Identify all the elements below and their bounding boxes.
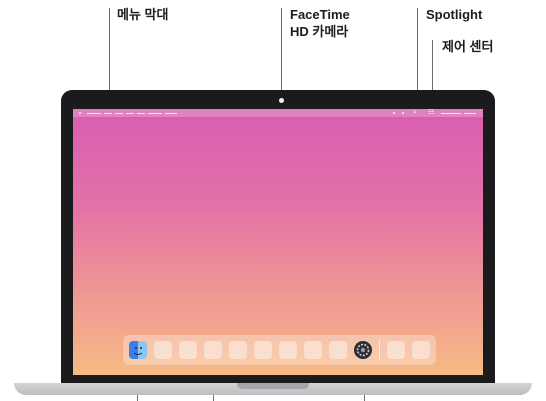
- dock: [123, 335, 436, 365]
- menu-item[interactable]: [104, 113, 112, 114]
- menu-item[interactable]: [115, 113, 123, 114]
- screen: ⌕ ☷: [73, 109, 483, 375]
- gear-icon: [356, 343, 370, 357]
- finder-face-icon: [133, 347, 143, 355]
- dock-app-icon[interactable]: [179, 341, 197, 359]
- search-icon[interactable]: ⌕: [413, 109, 417, 117]
- dock-app-icon[interactable]: [204, 341, 222, 359]
- clock-text: [441, 113, 461, 114]
- menu-item[interactable]: [148, 113, 162, 114]
- laptop-lid-notch: [237, 383, 309, 389]
- dock-app-icon[interactable]: [387, 341, 405, 359]
- control-center-icon[interactable]: ☷: [428, 109, 434, 117]
- facetime-camera-label-line1: FaceTime: [290, 7, 350, 22]
- menu-item[interactable]: [165, 113, 177, 114]
- battery-icon[interactable]: [402, 112, 404, 114]
- menu-bar[interactable]: ⌕ ☷: [73, 109, 483, 117]
- menu-item[interactable]: [137, 113, 145, 114]
- finder-icon[interactable]: [129, 341, 147, 359]
- spotlight-label: Spotlight: [426, 7, 483, 22]
- menu-bar-label: 메뉴 막대: [117, 7, 169, 22]
- facetime-leader-line: [281, 8, 282, 96]
- wifi-icon[interactable]: [393, 112, 395, 114]
- menu-item[interactable]: [87, 113, 101, 114]
- dock-separator: [379, 340, 380, 360]
- dock-app-icon[interactable]: [412, 341, 430, 359]
- menu-item[interactable]: [126, 113, 134, 114]
- control-center-label: 제어 센터: [442, 39, 494, 54]
- facetime-camera: [279, 98, 284, 103]
- dock-app-icon[interactable]: [279, 341, 297, 359]
- menu-extra: [464, 113, 476, 114]
- dock-app-icon[interactable]: [154, 341, 172, 359]
- dock-app-icon[interactable]: [329, 341, 347, 359]
- system-settings-icon[interactable]: [354, 341, 372, 359]
- dock-app-icon[interactable]: [254, 341, 272, 359]
- dock-app-icon[interactable]: [229, 341, 247, 359]
- facetime-camera-label-line2: HD 카메라: [290, 24, 349, 39]
- apple-menu-icon[interactable]: [79, 112, 81, 114]
- dock-app-icon[interactable]: [304, 341, 322, 359]
